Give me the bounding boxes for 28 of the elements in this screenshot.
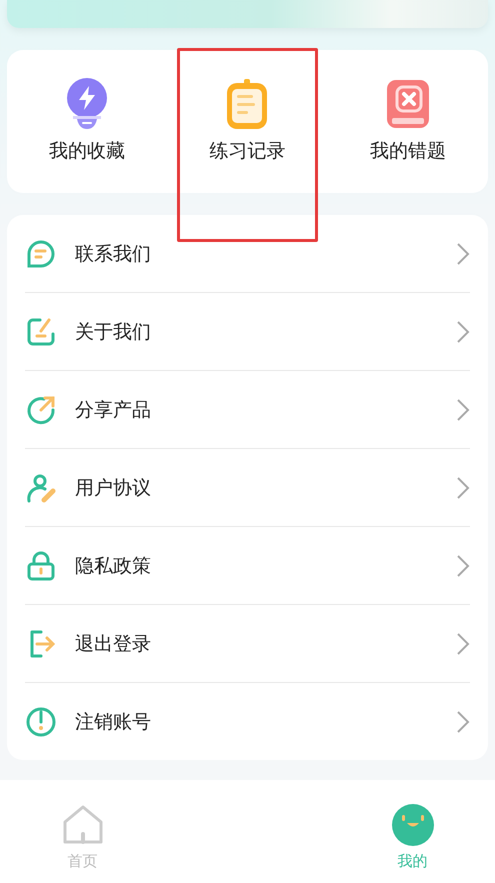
lightbulb-icon <box>65 78 110 130</box>
user-icon <box>25 472 57 504</box>
shortcut-label[interactable]: 练习记录 <box>209 138 286 164</box>
shortcut-label[interactable]: 我的错题 <box>370 138 446 164</box>
menu-item[interactable]: 退出登录 <box>75 630 438 656</box>
menu-item[interactable]: 联系我们 <box>75 240 438 266</box>
smiley-icon <box>392 804 434 846</box>
menu-item[interactable]: 用户协议 <box>75 474 438 500</box>
chevron-icon <box>456 320 470 344</box>
menu-item[interactable]: 关于我们 <box>75 318 438 344</box>
menu-item[interactable]: 分享产品 <box>75 396 438 422</box>
menu-item[interactable]: 注销账号 <box>75 708 438 734</box>
chevron-icon <box>456 710 470 734</box>
shortcut-label[interactable]: 我的收藏 <box>49 138 126 164</box>
share-icon <box>25 394 57 426</box>
edit-icon <box>25 316 57 348</box>
power-icon <box>25 706 57 738</box>
menu-item[interactable]: 隐私政策 <box>75 552 438 578</box>
clipboard-icon <box>225 78 270 130</box>
chat-icon <box>25 238 57 270</box>
chevron-icon <box>456 476 470 500</box>
home-icon <box>62 804 104 846</box>
book-icon <box>386 78 430 130</box>
chevron-icon <box>456 398 470 422</box>
chevron-icon <box>456 632 470 656</box>
lock-icon <box>25 550 57 582</box>
chevron-icon <box>456 554 470 578</box>
chevron-icon <box>456 242 470 266</box>
